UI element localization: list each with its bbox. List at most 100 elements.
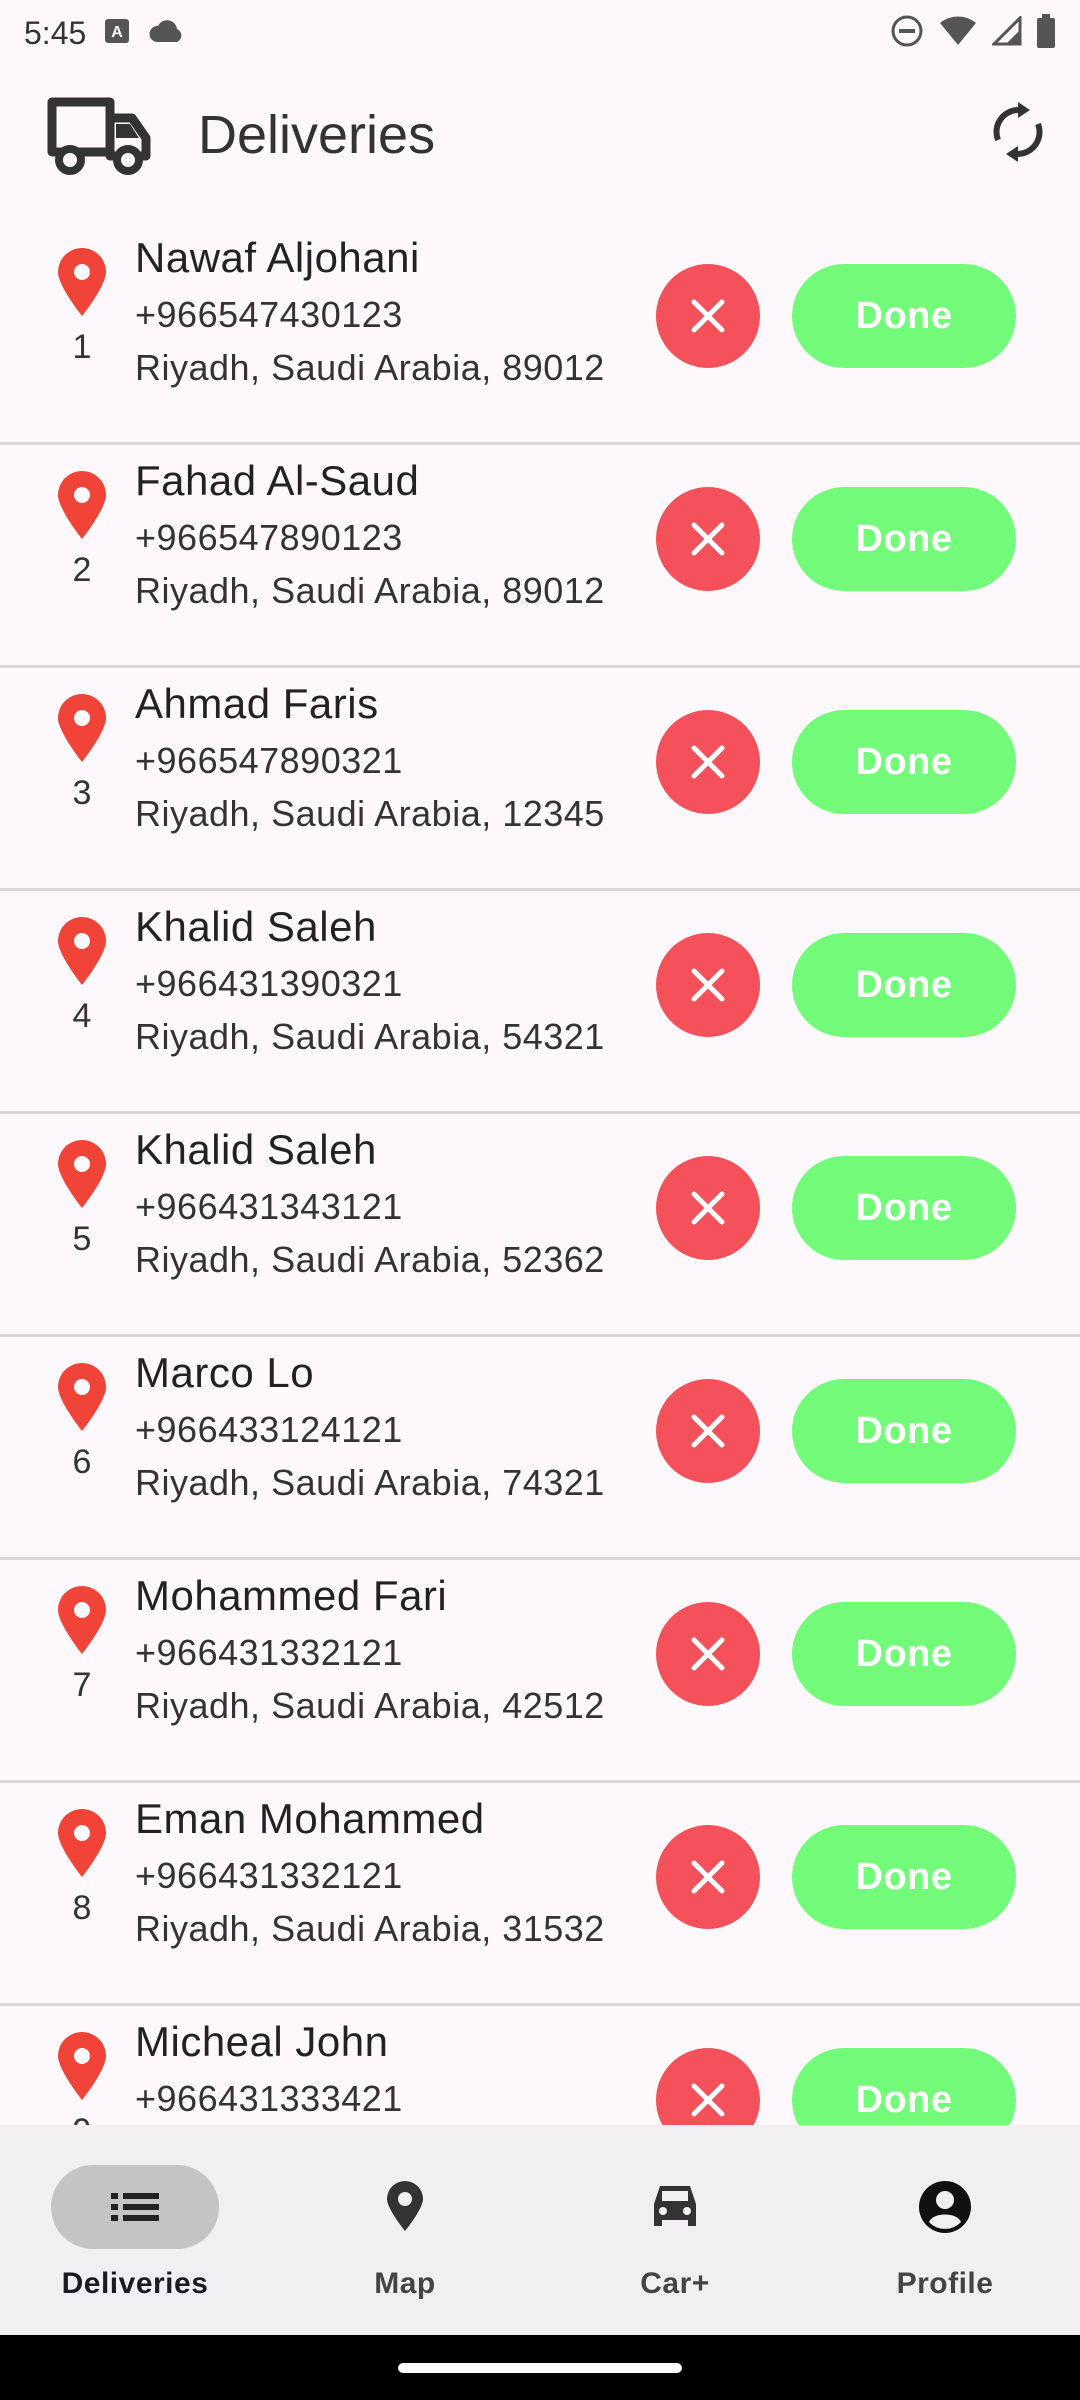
done-button[interactable]: Done [792, 2048, 1016, 2125]
customer-address: Riyadh, Saudi Arabia, 74321 [135, 1462, 605, 1503]
customer-address: Riyadh, Saudi Arabia, 42512 [135, 1685, 605, 1726]
location-pin-icon [56, 1809, 108, 1879]
customer-phone: +966431333421 [135, 2078, 403, 2119]
delivery-row[interactable]: 7 Mohammed Fari +966431332121 Riyadh, Sa… [0, 1560, 1080, 1783]
delivery-index: 2 [72, 551, 92, 589]
close-icon [691, 1414, 725, 1448]
customer-address: Riyadh, Saudi Arabia, 52362 [135, 1239, 605, 1280]
customer-phone: +966433124121 [135, 1409, 403, 1450]
account-circle-icon [919, 2181, 971, 2233]
delivery-row[interactable]: 1 Nawaf Aljohani +966547430123 Riyadh, S… [0, 222, 1080, 445]
cancel-delivery-button[interactable] [656, 1602, 760, 1706]
do-not-disturb-icon [890, 14, 924, 53]
customer-phone: +966547890321 [135, 740, 403, 781]
gesture-handle[interactable] [398, 2363, 682, 2373]
done-button[interactable]: Done [792, 1825, 1016, 1929]
close-icon [691, 968, 725, 1002]
delivery-index: 9 [56, 2112, 108, 2125]
refresh-button[interactable] [986, 100, 1050, 164]
svg-text:A: A [112, 24, 124, 41]
cancel-delivery-button[interactable] [656, 1825, 760, 1929]
cell-signal-icon [990, 13, 1022, 51]
car-icon [654, 2186, 696, 2226]
customer-name: Khalid Saleh [135, 903, 377, 950]
customer-name: Fahad Al-Saud [135, 457, 420, 504]
close-icon [691, 522, 725, 556]
status-time: 5:45 [24, 14, 87, 51]
font-notification-icon: A [104, 15, 130, 52]
nav-item-deliveries[interactable]: Deliveries [0, 2125, 270, 2335]
bottom-navigation: Deliveries Map Car+ Profile [0, 2125, 1080, 2335]
cancel-delivery-button[interactable] [656, 2048, 760, 2125]
customer-phone: +966431332121 [135, 1632, 403, 1673]
delivery-row[interactable]: 4 Khalid Saleh +966431390321 Riyadh, Sau… [0, 891, 1080, 1114]
done-button[interactable]: Done [792, 710, 1016, 814]
customer-name: Nawaf Aljohani [135, 234, 420, 281]
location-pin-icon [56, 248, 108, 318]
customer-address: Riyadh, Saudi Arabia, 89012 [135, 570, 605, 611]
done-button[interactable]: Done [792, 933, 1016, 1037]
location-pin-icon [56, 471, 108, 541]
battery-icon [1036, 13, 1056, 53]
nav-active-indicator [51, 2165, 219, 2249]
customer-phone: +966431332121 [135, 1855, 403, 1896]
delivery-row[interactable]: 3 Ahmad Faris +966547890321 Riyadh, Saud… [0, 668, 1080, 891]
delivery-index: 5 [72, 1220, 92, 1258]
cancel-delivery-button[interactable] [656, 710, 760, 814]
deliveries-list[interactable]: 1 Nawaf Aljohani +966547430123 Riyadh, S… [0, 222, 1080, 2125]
close-icon [691, 2083, 725, 2117]
customer-phone: +966431343121 [135, 1186, 403, 1227]
delivery-index: 8 [72, 1889, 92, 1927]
done-button[interactable]: Done [792, 487, 1016, 591]
done-button[interactable]: Done [792, 264, 1016, 368]
nav-label: Profile [896, 2267, 994, 2300]
delivery-row[interactable]: 6 Marco Lo +966433124121 Riyadh, Saudi A… [0, 1337, 1080, 1560]
location-pin-icon [56, 694, 108, 764]
location-pin-icon [56, 917, 108, 987]
customer-name: Khalid Saleh [135, 1126, 377, 1173]
delivery-row[interactable]: 9 Micheal John +966431333421 Done [0, 2006, 1080, 2125]
delivery-index: 6 [72, 1443, 92, 1481]
location-pin-icon [56, 1586, 108, 1656]
delivery-row[interactable]: 2 Fahad Al-Saud +966547890123 Riyadh, Sa… [0, 445, 1080, 668]
truck-icon [46, 96, 152, 181]
done-button[interactable]: Done [792, 1379, 1016, 1483]
delivery-row[interactable]: 5 Khalid Saleh +966431343121 Riyadh, Sau… [0, 1114, 1080, 1337]
nav-label: Map [374, 2267, 436, 2300]
location-pin-icon [56, 1140, 108, 1210]
nav-item-car[interactable]: Car+ [540, 2125, 810, 2335]
customer-name: Marco Lo [135, 1349, 315, 1396]
customer-address: Riyadh, Saudi Arabia, 54321 [135, 1016, 605, 1057]
delivery-index: 7 [72, 1666, 92, 1704]
customer-phone: +966547430123 [135, 294, 403, 335]
done-button[interactable]: Done [792, 1602, 1016, 1706]
customer-name: Eman Mohammed [135, 1795, 485, 1842]
nav-item-map[interactable]: Map [270, 2125, 540, 2335]
location-pin-icon [56, 1363, 108, 1433]
close-icon [691, 299, 725, 333]
nav-item-profile[interactable]: Profile [810, 2125, 1080, 2335]
nav-label: Car+ [640, 2267, 710, 2300]
wifi-icon [938, 15, 978, 52]
cancel-delivery-button[interactable] [656, 264, 760, 368]
cloud-icon [148, 15, 186, 52]
cancel-delivery-button[interactable] [656, 933, 760, 1037]
done-button[interactable]: Done [792, 1156, 1016, 1260]
cancel-delivery-button[interactable] [656, 1156, 760, 1260]
cancel-delivery-button[interactable] [656, 487, 760, 591]
customer-phone: +966431390321 [135, 963, 403, 1004]
delivery-index: 4 [72, 997, 92, 1035]
refresh-icon [993, 102, 1043, 162]
close-icon [691, 745, 725, 779]
location-pin-icon [56, 2032, 108, 2102]
customer-phone: +966547890123 [135, 517, 403, 558]
close-icon [691, 1860, 725, 1894]
cancel-delivery-button[interactable] [656, 1379, 760, 1483]
customer-name: Mohammed Fari [135, 1572, 448, 1619]
customer-address: Riyadh, Saudi Arabia, 12345 [135, 793, 605, 834]
list-icon [111, 2193, 159, 2221]
delivery-row[interactable]: 8 Eman Mohammed +966431332121 Riyadh, Sa… [0, 1783, 1080, 2006]
status-bar: 5:45 A [0, 0, 1080, 66]
nav-label: Deliveries [61, 2267, 209, 2300]
app-bar: Deliveries [0, 66, 1080, 206]
